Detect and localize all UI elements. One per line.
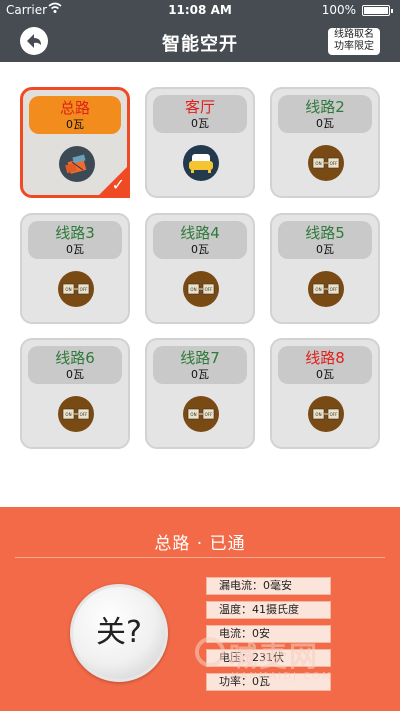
card-label: 线路3 0瓦 — [28, 221, 122, 259]
card-power: 0瓦 — [191, 243, 209, 256]
card-power: 0瓦 — [316, 243, 334, 256]
card-label: 线路7 0瓦 — [153, 346, 247, 384]
watermark-text: 喊麦网 — [229, 640, 320, 673]
svg-text:OFF: OFF — [330, 287, 338, 292]
svg-text:OFF: OFF — [80, 412, 88, 417]
card-label: 线路2 0瓦 — [278, 95, 372, 133]
on-off-icon: ON OFF — [308, 396, 344, 432]
house-icon — [59, 146, 95, 182]
card-label: 线路5 0瓦 — [278, 221, 372, 259]
circuit-card-line-8[interactable]: 线路8 0瓦 ON OFF — [270, 338, 380, 449]
card-power: 0瓦 — [66, 368, 84, 381]
card-power: 0瓦 — [316, 117, 334, 130]
watermark-sub: HANMAIDJ.COM — [231, 671, 333, 682]
on-off-icon: ON OFF — [58, 396, 94, 432]
on-off-icon: ON OFF — [183, 396, 219, 432]
rename-limit-button[interactable]: 线路取名 功率限定 — [328, 28, 380, 55]
card-name: 总路 — [59, 99, 90, 117]
circuit-card-line-6[interactable]: 线路6 0瓦 ON OFF — [20, 338, 130, 449]
status-bar: Carrier 11:08 AM 100% — [0, 0, 400, 20]
leakage-readout: 漏电流：0毫安 — [206, 577, 331, 595]
circuit-card-line-7[interactable]: 线路7 0瓦 ON OFF — [145, 338, 255, 449]
circuit-card-line-4[interactable]: 线路4 0瓦 ON OFF — [145, 213, 255, 324]
card-power: 0瓦 — [191, 117, 209, 130]
card-name: 线路5 — [305, 224, 345, 242]
circuit-card-line-5[interactable]: 线路5 0瓦 ON OFF — [270, 213, 380, 324]
card-name: 线路8 — [305, 349, 345, 367]
card-label: 线路8 0瓦 — [278, 346, 372, 384]
svg-text:ON: ON — [190, 287, 196, 292]
on-off-icon: ON OFF — [308, 145, 344, 181]
svg-text:ON: ON — [65, 412, 71, 417]
rename-label: 线路取名 — [334, 29, 374, 40]
card-name: 客厅 — [184, 98, 215, 116]
power-limit-label: 功率限定 — [334, 41, 374, 52]
temperature-readout: 温度：41摄氏度 — [206, 601, 331, 619]
card-name: 线路4 — [180, 224, 220, 242]
card-name: 线路6 — [55, 349, 95, 367]
watermark: 喊麦网 HANMAIDJ.COM — [195, 633, 395, 689]
card-power: 0瓦 — [66, 118, 84, 131]
battery-percent: 100% — [321, 3, 356, 17]
card-label: 线路4 0瓦 — [153, 221, 247, 259]
card-name: 线路7 — [180, 349, 220, 367]
svg-text:ON: ON — [315, 412, 321, 417]
circuit-card-line-2[interactable]: 线路2 0瓦 ON OFF — [270, 87, 380, 198]
nav-bar: 智能空开 线路取名 功率限定 — [0, 20, 400, 62]
circuit-state: 总路 · 已通 — [154, 534, 246, 554]
power-off-button[interactable]: 关? — [70, 584, 168, 682]
circuit-card-line-3[interactable]: 线路3 0瓦 ON OFF — [20, 213, 130, 324]
watermark-logo-icon — [195, 637, 225, 667]
svg-text:OFF: OFF — [205, 287, 213, 292]
svg-text:OFF: OFF — [330, 412, 338, 417]
divider — [15, 557, 385, 558]
on-off-icon: ON OFF — [58, 271, 94, 307]
battery-icon — [362, 5, 393, 16]
card-label: 总路 0瓦 — [29, 96, 121, 134]
svg-text:ON: ON — [315, 287, 321, 292]
circuit-card-main[interactable]: 总路 0瓦 ✓ — [20, 87, 130, 198]
check-icon: ✓ — [111, 175, 125, 194]
card-name: 线路2 — [305, 98, 345, 116]
on-off-icon: ON OFF — [183, 271, 219, 307]
sofa-icon — [183, 145, 219, 181]
card-power: 0瓦 — [316, 368, 334, 381]
on-off-icon: ON OFF — [308, 271, 344, 307]
card-label: 客厅 0瓦 — [153, 95, 247, 133]
card-label: 线路6 0瓦 — [28, 346, 122, 384]
svg-text:OFF: OFF — [205, 412, 213, 417]
svg-text:ON: ON — [190, 412, 196, 417]
circuit-card-living-room[interactable]: 客厅 0瓦 — [145, 87, 255, 198]
svg-text:OFF: OFF — [80, 287, 88, 292]
card-name: 线路3 — [55, 224, 95, 242]
circuit-grid: 总路 0瓦 ✓ 客厅 0瓦 线路2 0瓦 ON OFF 线路3 0瓦 ON OF… — [0, 62, 400, 507]
svg-text:OFF: OFF — [330, 161, 338, 166]
card-power: 0瓦 — [191, 368, 209, 381]
svg-text:ON: ON — [315, 161, 321, 166]
card-power: 0瓦 — [66, 243, 84, 256]
svg-text:ON: ON — [65, 287, 71, 292]
